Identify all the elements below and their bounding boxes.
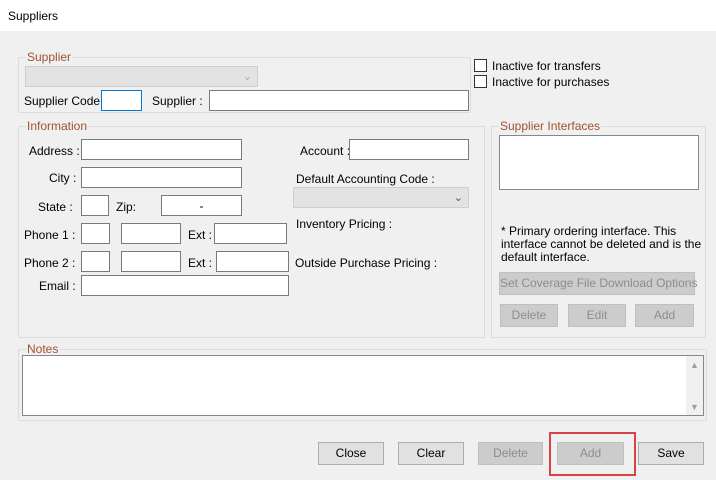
phone2-label: Phone 2 : bbox=[24, 256, 76, 270]
supplier-group-title: Supplier bbox=[26, 50, 73, 64]
phone1-area-input[interactable] bbox=[81, 223, 110, 244]
supplier-select[interactable]: ⌄ bbox=[25, 66, 258, 87]
city-label: City : bbox=[49, 171, 77, 185]
phone1-ext-label: Ext : bbox=[188, 228, 213, 242]
zip-label: Zip: bbox=[116, 200, 137, 214]
phone1-number-input[interactable] bbox=[121, 223, 181, 244]
scroll-up-icon[interactable]: ▲ bbox=[690, 360, 699, 370]
supplier-code-input[interactable] bbox=[101, 90, 142, 111]
address-label: Address : bbox=[29, 144, 80, 158]
zip-input[interactable] bbox=[161, 195, 242, 216]
scroll-down-icon[interactable]: ▼ bbox=[690, 402, 699, 412]
email-input[interactable] bbox=[81, 275, 289, 296]
account-input[interactable] bbox=[349, 139, 469, 160]
phone1-ext-input[interactable] bbox=[214, 223, 287, 244]
phone1-label: Phone 1 : bbox=[24, 228, 76, 242]
notes-title: Notes bbox=[26, 342, 60, 356]
chevron-down-icon: ⌄ bbox=[453, 192, 463, 204]
inactive-transfers-label: Inactive for transfers bbox=[492, 59, 601, 73]
supplier-interfaces-list[interactable] bbox=[499, 135, 699, 190]
close-button[interactable]: Close bbox=[318, 442, 384, 465]
interface-add-button[interactable]: Add bbox=[635, 304, 694, 327]
chevron-down-icon: ⌄ bbox=[242, 71, 252, 83]
outside-purchase-pricing-label: Outside Purchase Pricing : bbox=[295, 256, 438, 270]
notes-scrollbar[interactable]: ▲ ▼ bbox=[686, 356, 703, 415]
inactive-purchases-label: Inactive for purchases bbox=[492, 75, 610, 89]
inactive-purchases-checkbox[interactable] bbox=[474, 75, 487, 88]
phone2-ext-label: Ext : bbox=[188, 256, 213, 270]
supplier-name-input[interactable] bbox=[209, 90, 469, 111]
email-label: Email : bbox=[39, 279, 76, 293]
interfaces-note-line1: * Primary ordering interface. This bbox=[501, 224, 677, 238]
delete-button[interactable]: Delete bbox=[478, 442, 543, 465]
state-input[interactable] bbox=[81, 195, 109, 216]
default-accounting-code-label: Default Accounting Code : bbox=[296, 172, 435, 186]
save-button[interactable]: Save bbox=[638, 442, 704, 465]
notes-textarea[interactable]: ▲ ▼ bbox=[22, 355, 704, 416]
interface-delete-button[interactable]: Delete bbox=[500, 304, 558, 327]
title-bar: Suppliers bbox=[0, 0, 716, 31]
inventory-pricing-label: Inventory Pricing : bbox=[296, 217, 393, 231]
city-input[interactable] bbox=[81, 167, 242, 188]
state-label: State : bbox=[38, 200, 73, 214]
supplier-code-label: Supplier Code : bbox=[24, 94, 107, 108]
phone2-ext-input[interactable] bbox=[216, 251, 289, 272]
set-coverage-button[interactable]: Set Coverage File Download Options bbox=[499, 272, 697, 295]
phone2-number-input[interactable] bbox=[121, 251, 181, 272]
account-label: Account : bbox=[300, 144, 351, 158]
address-input[interactable] bbox=[81, 139, 242, 160]
information-group-title: Information bbox=[26, 119, 89, 133]
default-accounting-code-select[interactable]: ⌄ bbox=[293, 187, 469, 208]
supplier-label: Supplier : bbox=[152, 94, 203, 108]
interface-edit-button[interactable]: Edit bbox=[568, 304, 626, 327]
supplier-interfaces-title: Supplier Interfaces bbox=[499, 119, 602, 133]
phone2-area-input[interactable] bbox=[81, 251, 110, 272]
interfaces-note-line2: interface cannot be deleted and is the bbox=[501, 237, 702, 251]
interfaces-note-line3: default interface. bbox=[501, 250, 590, 264]
inactive-transfers-checkbox[interactable] bbox=[474, 59, 487, 72]
add-button-highlight bbox=[549, 432, 636, 476]
window-title: Suppliers bbox=[8, 9, 59, 23]
clear-button[interactable]: Clear bbox=[398, 442, 464, 465]
